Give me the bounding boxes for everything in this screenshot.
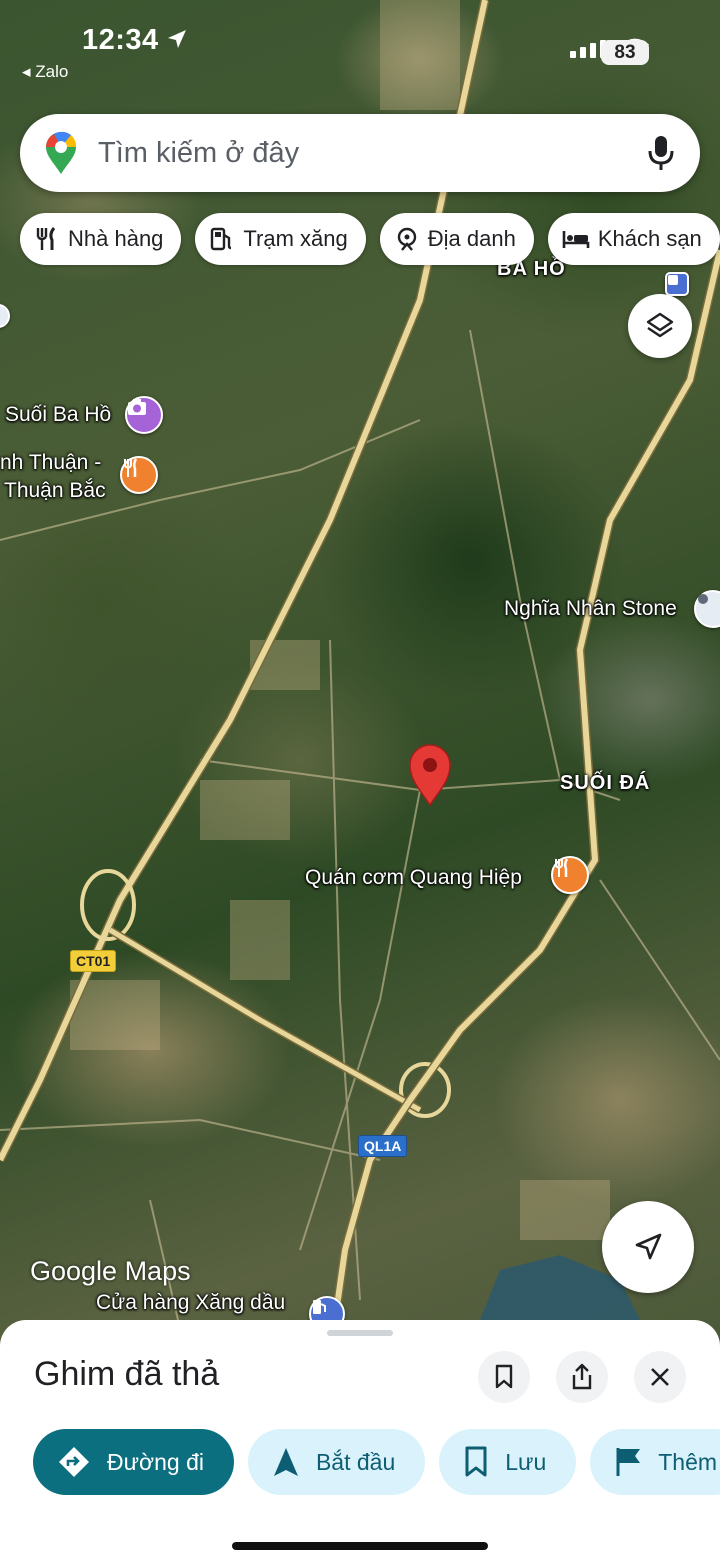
- gas-pump-icon: [211, 227, 232, 251]
- map-label-thuan-bac[interactable]: Thuận Bắc: [4, 479, 106, 503]
- map-label-suoi-da: SUỐI ĐÁ: [560, 772, 651, 794]
- sheet-title: Ghim đã thả: [34, 1355, 220, 1393]
- bed-icon: [562, 231, 590, 248]
- add-label-button[interactable]: Thêm: [590, 1429, 720, 1495]
- close-icon: [651, 1368, 669, 1386]
- restaurant-icon[interactable]: [551, 856, 589, 894]
- layers-icon: [646, 312, 674, 338]
- chip-restaurants[interactable]: Nhà hàng: [20, 213, 182, 265]
- chip-label: Khách sạn: [597, 226, 702, 251]
- search-bar[interactable]: Tìm kiếm ở đây: [20, 114, 700, 192]
- layers-button[interactable]: [628, 294, 692, 358]
- save-place-button[interactable]: Lưu: [439, 1429, 577, 1495]
- my-location-button[interactable]: [602, 1201, 694, 1293]
- share-icon: [572, 1363, 592, 1390]
- restaurant-icon[interactable]: [120, 456, 158, 494]
- microphone-icon[interactable]: [646, 135, 676, 171]
- close-button[interactable]: [634, 1351, 686, 1403]
- sheet-drag-handle[interactable]: [327, 1330, 393, 1336]
- google-maps-logo: Google Maps: [30, 1256, 191, 1286]
- chip-landmarks[interactable]: Địa danh: [379, 213, 534, 265]
- more-label: Thêm: [658, 1448, 718, 1475]
- location-arrow-icon: [168, 30, 186, 48]
- map-label-nghia-nhan-stone[interactable]: Nghĩa Nhân Stone: [504, 597, 677, 621]
- chip-label: Nhà hàng: [68, 226, 164, 251]
- start-label: Bắt đầu: [315, 1448, 396, 1475]
- fork-knife-icon: [36, 227, 56, 250]
- share-button[interactable]: [556, 1351, 608, 1403]
- bookmark-icon: [465, 1446, 487, 1477]
- chip-label: Địa danh: [427, 226, 516, 251]
- chip-gas-stations[interactable]: Trạm xăng: [195, 213, 366, 265]
- route-shield-ct01: CT01: [70, 950, 117, 972]
- home-indicator[interactable]: [232, 1542, 488, 1550]
- start-button[interactable]: Bắt đầu: [247, 1429, 426, 1495]
- landmark-icon: [397, 227, 416, 251]
- navigation-outline-icon: [635, 1233, 662, 1260]
- flag-icon: [616, 1448, 641, 1476]
- search-input[interactable]: Tìm kiếm ở đây: [98, 137, 646, 170]
- battery-indicator: 83: [601, 40, 649, 65]
- map-label-quan-com[interactable]: Quán cơm Quang Hiệp: [305, 866, 522, 890]
- back-to-zalo[interactable]: ◂ Zalo: [22, 62, 68, 82]
- route-shield-ql1a: QL1A: [358, 1135, 408, 1157]
- map-label-cua-hang[interactable]: Cửa hàng Xăng dầu: [96, 1291, 285, 1315]
- map-label-suoi-ba-ho[interactable]: Suối Ba Hồ: [5, 403, 111, 427]
- save-button[interactable]: [478, 1351, 530, 1403]
- transit-icon[interactable]: [665, 272, 689, 296]
- save-label: Lưu: [505, 1448, 547, 1475]
- dropped-pin-icon[interactable]: [409, 744, 451, 807]
- action-row: Đường đi Bắt đầu Lưu Thêm: [33, 1429, 720, 1495]
- map-label-nh-thuan[interactable]: nh Thuận -: [0, 451, 101, 475]
- status-time: 12:34: [82, 24, 159, 56]
- chip-label: Trạm xăng: [243, 226, 348, 251]
- camera-icon[interactable]: [125, 396, 163, 434]
- directions-icon: [59, 1447, 89, 1477]
- google-maps-pin-icon: [46, 131, 77, 174]
- category-chips: Nhà hàng Trạm xăng Địa danh Khách sạn: [20, 213, 720, 265]
- bookmark-icon: [495, 1364, 513, 1389]
- directions-button[interactable]: Đường đi: [33, 1429, 234, 1495]
- chip-hotels[interactable]: Khách sạn: [547, 213, 720, 265]
- navigation-arrow-icon: [273, 1448, 298, 1476]
- directions-label: Đường đi: [107, 1448, 204, 1475]
